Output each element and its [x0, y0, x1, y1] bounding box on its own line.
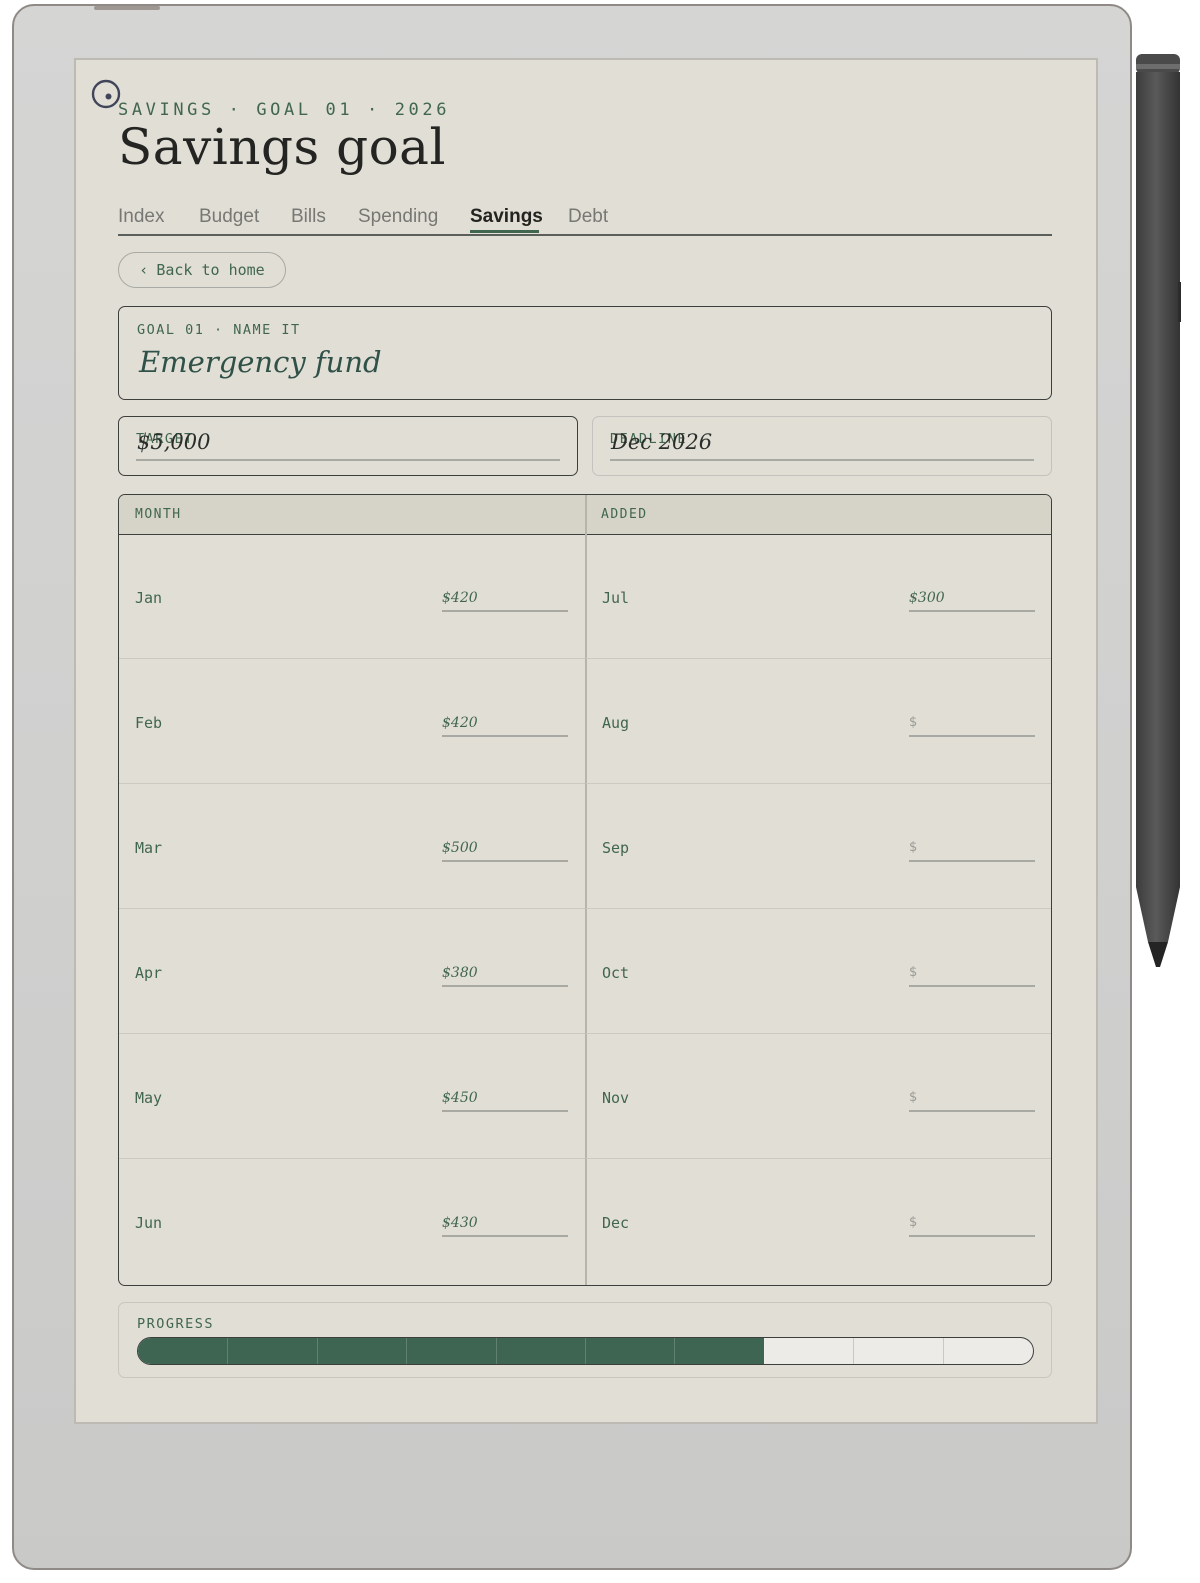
table-row: Mar $500 [119, 784, 585, 909]
page-title: Savings goal [118, 118, 446, 176]
amount-underline [442, 610, 568, 612]
amount-underline [909, 610, 1035, 612]
amount-underline [909, 860, 1035, 862]
table-row: Jul $300 [586, 534, 1051, 659]
added-amount-field[interactable]: $ [909, 715, 1035, 735]
added-amount-field[interactable]: $ [909, 965, 1035, 985]
deadline-underline [610, 459, 1034, 461]
progress-segment-divider [585, 1338, 586, 1364]
active-tab-indicator [470, 230, 539, 233]
goal-name-label: GOAL 01 · NAME IT [137, 322, 301, 338]
tab-debt[interactable]: Debt [568, 206, 608, 228]
month-label: Oct [602, 964, 630, 982]
tab-spending[interactable]: Spending [358, 206, 438, 228]
amount-underline [909, 1110, 1035, 1112]
amount-underline [442, 735, 568, 737]
month-label: Jul [602, 589, 630, 607]
column-header-added: ADDED [601, 507, 648, 522]
tab-index[interactable]: Index [118, 206, 164, 228]
month-label: May [135, 1089, 163, 1107]
progress-segment-divider [406, 1338, 408, 1364]
added-amount-field[interactable]: $380 [442, 965, 568, 985]
month-label: Jun [135, 1214, 163, 1232]
deadline-value: Dec 2026 [611, 430, 713, 454]
added-amount-field[interactable]: $420 [442, 590, 568, 610]
progress-segment-divider [674, 1338, 676, 1364]
month-label: Sep [602, 839, 630, 857]
page-kicker: SAVINGS · GOAL 01 · 2026 [118, 100, 451, 120]
amount-underline [909, 1235, 1035, 1237]
month-label: Dec [602, 1214, 630, 1232]
device-top-button [94, 6, 160, 10]
goal-name-field[interactable]: GOAL 01 · NAME IT Emergency fund [118, 306, 1052, 400]
target-field[interactable]: TARGET $5,000 [118, 416, 578, 476]
table-row: Oct $ [586, 909, 1051, 1034]
progress-segment-divider [853, 1338, 855, 1364]
tab-bills[interactable]: Bills [291, 206, 326, 228]
table-row: Jan $420 [119, 534, 585, 659]
tablet-screen: SAVINGS · GOAL 01 · 2026 Savings goal In… [74, 58, 1098, 1424]
amount-underline [442, 1235, 568, 1237]
table-row: Feb $420 [119, 659, 585, 784]
target-value: $5,000 [137, 430, 211, 454]
column-header-month: MONTH [135, 507, 182, 522]
month-label: Aug [602, 714, 630, 732]
month-label: Mar [135, 839, 163, 857]
month-label: Apr [135, 964, 163, 982]
tablet-device: SAVINGS · GOAL 01 · 2026 Savings goal In… [12, 4, 1132, 1570]
deadline-field[interactable]: DEADLINE Dec 2026 [592, 416, 1052, 476]
amount-underline [442, 860, 568, 862]
table-row: Dec $ [586, 1159, 1051, 1284]
progress-segment-divider [227, 1338, 229, 1364]
progress-segment-divider [763, 1338, 765, 1364]
tab-savings[interactable]: Savings [470, 206, 543, 228]
added-amount-field[interactable]: $500 [442, 840, 568, 860]
table-row: May $450 [119, 1034, 585, 1159]
added-amount-field[interactable]: $430 [442, 1215, 568, 1235]
table-row: Apr $380 [119, 909, 585, 1034]
added-amount-field[interactable]: $300 [909, 590, 1035, 610]
progress-segment-divider [316, 1338, 318, 1364]
progress-bar-fill [138, 1338, 764, 1364]
progress-label: PROGRESS [137, 1316, 215, 1332]
progress-segment-divider [495, 1338, 497, 1364]
tab-budget[interactable]: Budget [199, 206, 259, 228]
table-row: Nov $ [586, 1034, 1051, 1159]
table-row: Sep $ [586, 784, 1051, 909]
progress-segment-divider [942, 1338, 944, 1364]
month-label: Nov [602, 1089, 630, 1107]
added-amount-field[interactable]: $450 [442, 1090, 568, 1110]
back-to-home-button[interactable]: ‹ Back to home [118, 252, 286, 288]
goal-name-value: Emergency fund [139, 345, 382, 379]
back-button-label: Back to home [156, 261, 265, 279]
amount-underline [442, 985, 568, 987]
added-amount-field[interactable]: $420 [442, 715, 568, 735]
amount-underline [909, 985, 1035, 987]
added-amount-field[interactable]: $ [909, 1215, 1035, 1235]
monthly-savings-table: MONTH ADDED Jan $420 Feb $420 Mar $500 Apr $380… [118, 494, 1052, 1286]
tab-bar: Index Budget Bills Spending Savings Debt [118, 200, 1052, 236]
progress-bar [137, 1337, 1034, 1365]
table-row: Aug $ [586, 659, 1051, 784]
month-label: Jan [135, 589, 163, 607]
added-amount-field[interactable]: $ [909, 1090, 1035, 1110]
amount-underline [442, 1110, 568, 1112]
table-row: Jun $430 [119, 1159, 585, 1284]
target-underline [136, 459, 560, 461]
chevron-left-icon: ‹ [139, 261, 149, 279]
amount-underline [909, 735, 1035, 737]
progress-panel: PROGRESS [118, 1302, 1052, 1378]
stylus-pen-icon [1136, 54, 1181, 967]
month-label: Feb [135, 714, 163, 732]
added-amount-field[interactable]: $ [909, 840, 1035, 860]
